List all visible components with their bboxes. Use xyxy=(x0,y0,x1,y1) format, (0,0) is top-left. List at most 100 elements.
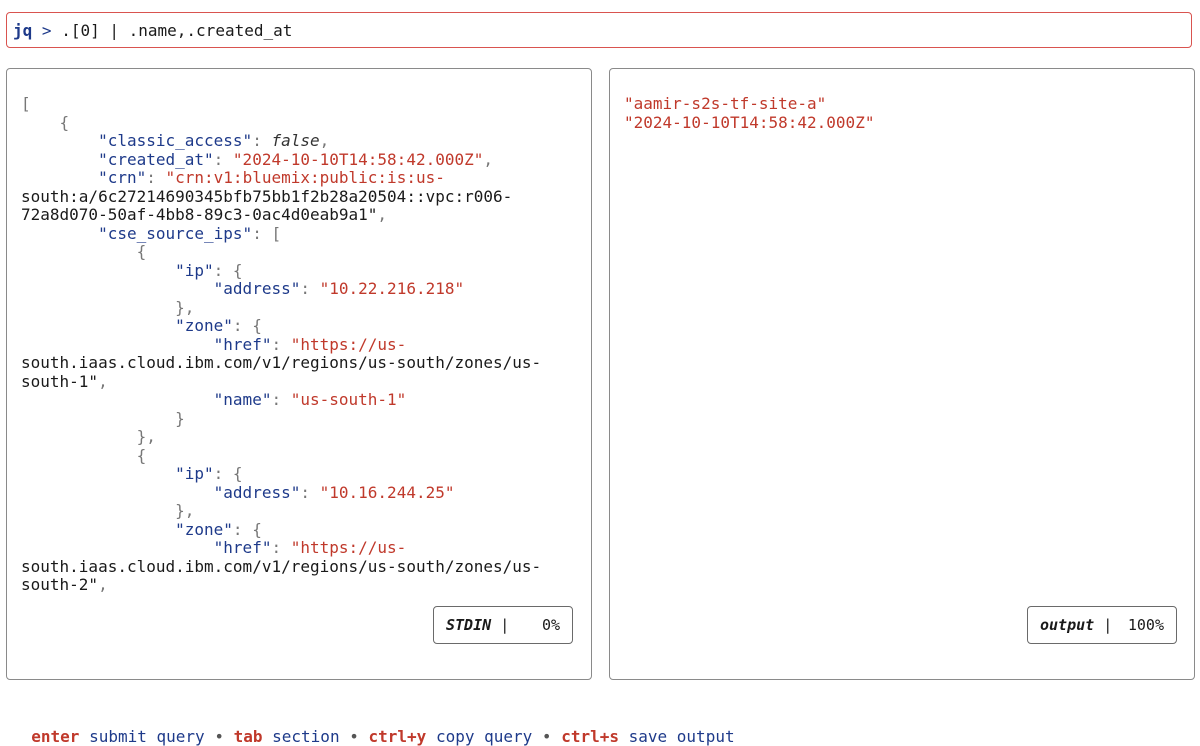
json-line: "href": "https://us- xyxy=(21,538,581,558)
input-status-separator: | xyxy=(500,616,510,634)
json-punctuation: : xyxy=(300,279,320,298)
json-punctuation: }, xyxy=(21,297,195,317)
output-line: "aamir-s2s-tf-site-a" xyxy=(624,94,827,113)
json-line: "zone": { xyxy=(21,519,581,540)
json-string-continuation: 72a8d070-50af-4bb8-89c3-0ac4d0eab9a1" xyxy=(21,205,378,224)
json-line: }, xyxy=(21,501,581,521)
json-string: "10.16.244.25" xyxy=(319,482,455,502)
query-text[interactable]: .[0] | .name,.created_at xyxy=(61,21,292,40)
json-key: "cse_source_ips" xyxy=(98,223,253,243)
json-string: "us-south-1" xyxy=(290,390,407,409)
json-punctuation xyxy=(21,538,214,557)
json-line: "href": "https://us- xyxy=(21,334,581,355)
json-punctuation xyxy=(21,483,214,502)
json-line: { xyxy=(21,112,581,133)
json-punctuation xyxy=(21,335,214,354)
json-punctuation xyxy=(21,279,214,298)
json-punctuation xyxy=(21,261,175,280)
json-punctuation xyxy=(21,168,98,187)
json-punctuation: : { xyxy=(213,260,243,280)
json-string: "crn:v1:bluemix:public:is:us- xyxy=(165,168,445,187)
json-key: "crn" xyxy=(98,168,147,187)
output-status-separator: | xyxy=(1103,616,1113,634)
json-punctuation: , xyxy=(98,575,108,594)
help-bar: enter submit query • tab section • ctrl+… xyxy=(12,708,734,746)
json-punctuation: : { xyxy=(232,316,262,335)
json-line: "crn": "crn:v1:bluemix:public:is:us- xyxy=(21,168,581,188)
json-line: south-2", xyxy=(21,575,581,595)
json-line: south.iaas.cloud.ibm.com/v1/regions/us-s… xyxy=(21,353,581,373)
json-punctuation: : xyxy=(300,482,320,502)
json-punctuation: { xyxy=(21,112,70,132)
json-punctuation: [ xyxy=(21,94,31,113)
json-punctuation xyxy=(21,390,214,409)
output-line: "2024-10-10T14:58:42.000Z" xyxy=(624,112,875,132)
json-key: "zone" xyxy=(175,519,233,539)
json-punctuation xyxy=(21,131,98,150)
input-status-percent: 0% xyxy=(541,616,560,634)
json-line: }, xyxy=(21,297,581,318)
json-string-continuation: south.iaas.cloud.ibm.com/v1/regions/us-s… xyxy=(21,353,542,372)
prompt-label: jq xyxy=(13,20,33,40)
json-line: "ip": { xyxy=(21,464,581,484)
query-input[interactable]: jq > .[0] | .name,.created_at xyxy=(6,12,1192,48)
json-punctuation: : [ xyxy=(252,223,282,243)
json-string-continuation: south:a/6c27214690345bfb75bb1f2b28a20504… xyxy=(21,186,513,206)
json-key: "ip" xyxy=(175,464,214,483)
json-punctuation xyxy=(21,224,98,243)
json-punctuation xyxy=(21,150,98,169)
prompt-arrow: > xyxy=(41,20,52,40)
json-key: "href" xyxy=(213,334,272,354)
json-punctuation: : { xyxy=(232,519,262,539)
json-punctuation: : xyxy=(213,149,233,169)
input-json-view[interactable]: [ { "classic_access": false, "created_at… xyxy=(21,94,581,595)
output-pane[interactable]: "aamir-s2s-tf-site-a" "2024-10-10T14:58:4… xyxy=(609,68,1195,680)
json-punctuation: }, xyxy=(21,427,156,446)
json-punctuation: : xyxy=(146,168,166,187)
json-key: "zone" xyxy=(175,316,233,335)
json-boolean: false xyxy=(271,131,320,150)
json-line: 72a8d070-50af-4bb8-89c3-0ac4d0eab9a1", xyxy=(21,205,581,225)
json-string: "10.22.216.218" xyxy=(319,279,465,298)
json-line: }, xyxy=(21,427,581,447)
input-status-name: STDIN xyxy=(446,616,492,634)
json-punctuation xyxy=(21,520,175,539)
json-key: "name" xyxy=(213,390,272,409)
json-string-continuation: south-1" xyxy=(21,371,99,391)
json-punctuation xyxy=(21,464,175,483)
json-key: "classic_access" xyxy=(98,131,253,150)
json-punctuation: } xyxy=(21,408,185,428)
json-line: "ip": { xyxy=(21,260,581,281)
json-key: "ip" xyxy=(175,260,214,280)
json-line: [ xyxy=(21,94,581,114)
json-line: "classic_access": false, xyxy=(21,131,581,151)
json-punctuation: , xyxy=(483,149,494,169)
json-punctuation: , xyxy=(319,131,330,150)
json-punctuation: : xyxy=(252,131,272,150)
json-key: "created_at" xyxy=(98,149,214,169)
output-status-percent: 100% xyxy=(1127,616,1164,634)
output-status-box: output | 100% xyxy=(1027,606,1177,644)
json-line: south.iaas.cloud.ibm.com/v1/regions/us-s… xyxy=(21,557,581,577)
json-line: south-1", xyxy=(21,371,581,392)
json-line: } xyxy=(21,408,581,429)
output-status-name: output xyxy=(1040,616,1095,634)
input-pane[interactable]: [ { "classic_access": false, "created_at… xyxy=(6,68,592,680)
json-punctuation: : xyxy=(271,538,291,557)
json-string-continuation: south-2" xyxy=(21,575,99,594)
json-line: "address": "10.16.244.25" xyxy=(21,482,581,503)
json-string: "https://us- xyxy=(290,538,407,557)
json-line: { xyxy=(21,242,581,262)
input-status-box: STDIN | 0% xyxy=(433,606,573,644)
json-key: "address" xyxy=(213,279,301,298)
json-punctuation: , xyxy=(98,371,108,391)
output-view[interactable]: "aamir-s2s-tf-site-a" "2024-10-10T14:58:4… xyxy=(624,94,875,132)
json-punctuation xyxy=(21,316,175,335)
json-punctuation: : xyxy=(271,334,291,354)
json-line: "created_at": "2024-10-10T14:58:42.000Z"… xyxy=(21,149,581,170)
json-string: "2024-10-10T14:58:42.000Z" xyxy=(232,149,484,169)
json-punctuation: : xyxy=(271,390,291,409)
json-string: "https://us- xyxy=(290,334,407,354)
json-line: "address": "10.22.216.218" xyxy=(21,279,581,299)
json-punctuation: : { xyxy=(213,464,243,483)
